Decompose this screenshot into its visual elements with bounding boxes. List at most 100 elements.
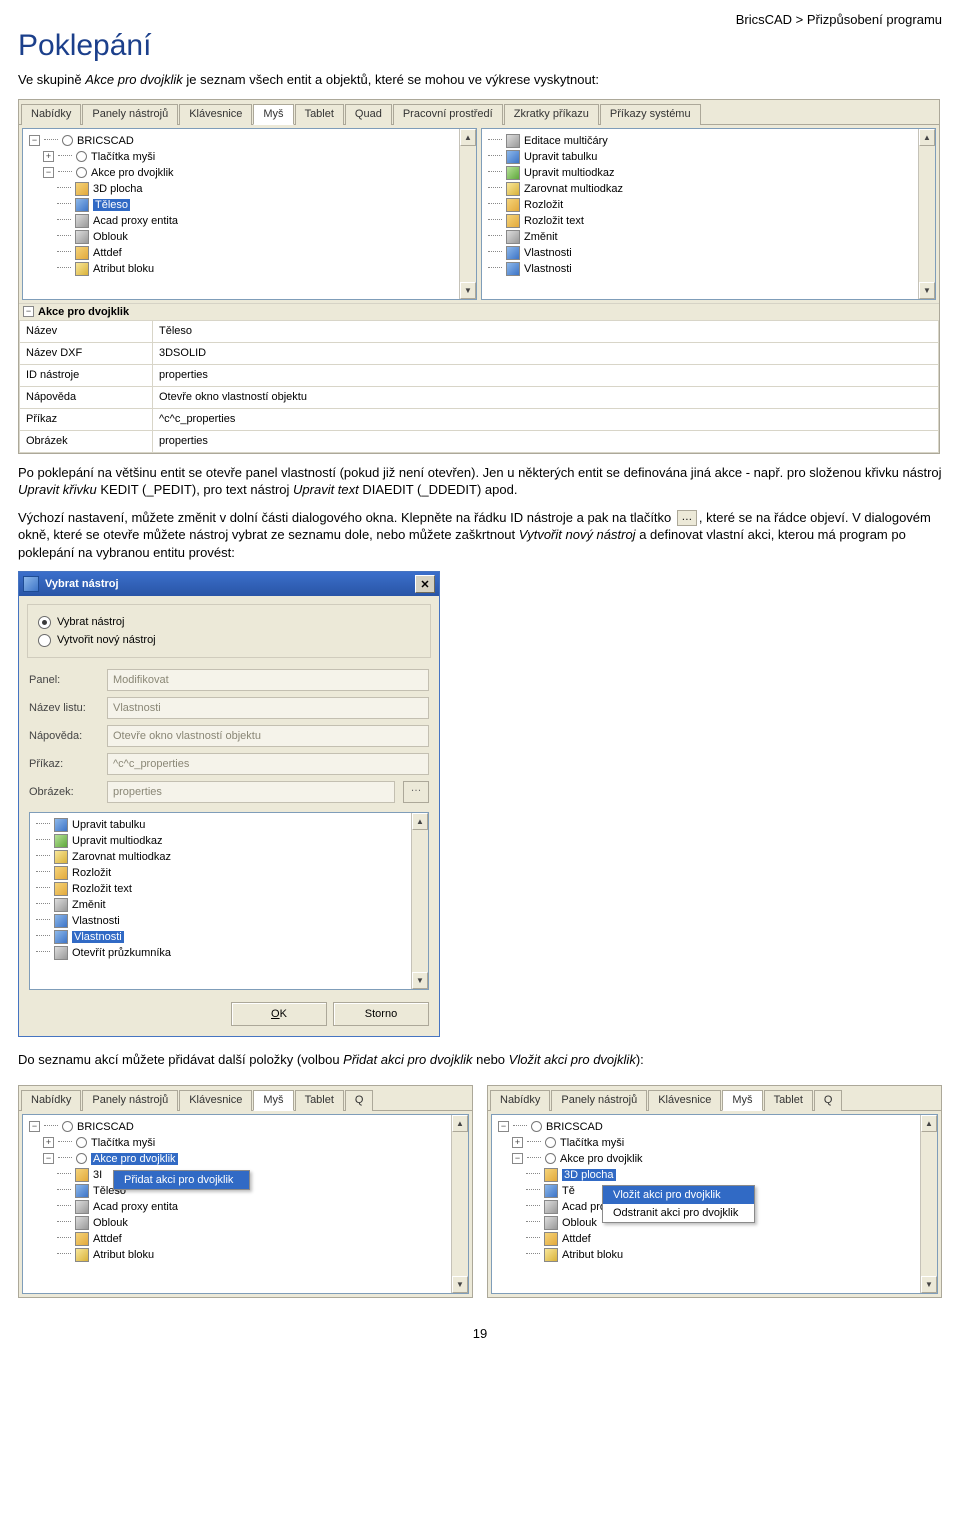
expander-minus-icon[interactable]: −	[498, 1121, 509, 1132]
scrollbar[interactable]: ▲▼	[451, 1115, 468, 1293]
entity-icon	[75, 1200, 89, 1214]
tab-keyboard[interactable]: Klávesnice	[179, 1090, 252, 1111]
circle-icon	[76, 167, 87, 178]
radio-group: Vybrat nástroj Vytvořit nový nástroj	[27, 604, 431, 658]
entity-icon	[75, 1216, 89, 1230]
tab-menus[interactable]: Nabídky	[21, 1090, 81, 1111]
entity-icon	[544, 1200, 558, 1214]
tree-left-small-2[interactable]: −BRICSCAD +Tlačítka myši −Akce pro dvojk…	[491, 1114, 938, 1294]
dialog-titlebar[interactable]: Vybrat nástroj ✕	[19, 572, 439, 596]
prop-row: NázevTěleso	[20, 320, 939, 342]
tool-icon	[54, 850, 68, 864]
tab-mouse[interactable]: Myš	[253, 1090, 293, 1111]
label-image: Obrázek:	[29, 786, 99, 798]
panel-add-action: Nabídky Panely nástrojů Klávesnice Myš T…	[18, 1085, 473, 1298]
tool-icon	[506, 262, 520, 276]
scroll-down-icon[interactable]: ▼	[412, 972, 428, 989]
expander-plus-icon[interactable]: +	[512, 1137, 523, 1148]
tool-icon	[506, 134, 520, 148]
tab-tablet[interactable]: Tablet	[295, 104, 344, 125]
scrollbar[interactable]: ▲▼	[411, 813, 428, 989]
expander-minus-icon[interactable]: −	[29, 1121, 40, 1132]
paragraph-2: Po poklepání na většinu entit se otevře …	[18, 464, 942, 499]
tab-tablet[interactable]: Tablet	[295, 1090, 344, 1111]
list-item-selected[interactable]: Vlastnosti	[72, 931, 124, 943]
tree-item-selected[interactable]: Akce pro dvojklik	[91, 1153, 178, 1165]
paragraph-4: Do seznamu akcí můžete přidávat další po…	[18, 1051, 942, 1069]
entity-icon	[544, 1216, 558, 1230]
tab-q[interactable]: Q	[814, 1090, 843, 1111]
expander-minus-icon[interactable]: −	[43, 1153, 54, 1164]
tab-shell[interactable]: Příkazy systému	[600, 104, 701, 125]
tree-right[interactable]: Editace multičáry Upravit tabulku Upravi…	[481, 128, 936, 300]
tool-icon	[54, 898, 68, 912]
tab-tablet[interactable]: Tablet	[764, 1090, 813, 1111]
expander-minus-icon[interactable]: −	[29, 135, 40, 146]
tab-workspaces[interactable]: Pracovní prostředí	[393, 104, 503, 125]
tab-toolbars[interactable]: Panely nástrojů	[82, 104, 178, 125]
tool-icon	[54, 834, 68, 848]
entity-icon	[75, 1248, 89, 1262]
tab-mouse[interactable]: Myš	[722, 1090, 762, 1111]
scroll-down-icon[interactable]: ▼	[460, 282, 476, 299]
scrollbar[interactable]: ▲▼	[918, 129, 935, 299]
field-list[interactable]: Vlastnosti	[107, 697, 429, 719]
dialog-tools-list[interactable]: Upravit tabulku Upravit multiodkaz Zarov…	[29, 812, 429, 990]
field-help[interactable]: Otevře okno vlastností objektu	[107, 725, 429, 747]
menu-item-delete-action[interactable]: Odstranit akci pro dvojklik	[603, 1204, 754, 1222]
expander-plus-icon[interactable]: +	[43, 151, 54, 162]
entity-icon	[75, 262, 89, 276]
context-menu-insert[interactable]: Vložit akci pro dvojklik Odstranit akci …	[602, 1185, 755, 1223]
expander-plus-icon[interactable]: +	[43, 1137, 54, 1148]
tool-icon	[54, 946, 68, 960]
prop-row: Název DXF3DSOLID	[20, 342, 939, 364]
cancel-button[interactable]: Storno	[333, 1002, 429, 1026]
tab-keyboard[interactable]: Klávesnice	[648, 1090, 721, 1111]
customize-panel: Nabídky Panely nástrojů Klávesnice Myš T…	[18, 99, 940, 454]
tree-left-small-1[interactable]: −BRICSCAD +Tlačítka myši −Akce pro dvojk…	[22, 1114, 469, 1294]
tab-aliases[interactable]: Zkratky příkazu	[504, 104, 599, 125]
radio-select-tool[interactable]: Vybrat nástroj	[38, 613, 420, 631]
scroll-up-icon[interactable]: ▲	[412, 813, 428, 830]
property-grid[interactable]: NázevTěleso Název DXF3DSOLID ID nástroje…	[19, 320, 939, 453]
ok-button[interactable]: OK	[231, 1002, 327, 1026]
propgrid-header[interactable]: − Akce pro dvojklik	[19, 303, 939, 320]
tree-item-selected[interactable]: Těleso	[93, 199, 130, 211]
scrollbar[interactable]: ▲▼	[459, 129, 476, 299]
entity-icon	[75, 182, 89, 196]
context-menu-add[interactable]: Přidat akci pro dvojklik	[113, 1170, 250, 1190]
tab-quad[interactable]: Quad	[345, 104, 392, 125]
close-icon[interactable]: ✕	[415, 575, 435, 593]
expander-minus-icon[interactable]: −	[23, 306, 34, 317]
expander-minus-icon[interactable]: −	[512, 1153, 523, 1164]
expander-minus-icon[interactable]: −	[43, 167, 54, 178]
prop-row: Příkaz^c^c_properties	[20, 408, 939, 430]
menu-item-add-action[interactable]: Přidat akci pro dvojklik	[114, 1171, 249, 1189]
field-panel[interactable]: Modifikovat	[107, 669, 429, 691]
intro-paragraph: Ve skupině Akce pro dvojklik je seznam v…	[18, 71, 942, 89]
tree-item-selected[interactable]: 3D plocha	[562, 1169, 616, 1181]
label-cmd: Příkaz:	[29, 758, 99, 770]
tab-menus[interactable]: Nabídky	[490, 1090, 550, 1111]
browse-image-button[interactable]: …	[403, 781, 429, 803]
tab-keyboard[interactable]: Klávesnice	[179, 104, 252, 125]
tab-q[interactable]: Q	[345, 1090, 374, 1111]
tool-icon	[506, 166, 520, 180]
radio-on-icon	[38, 616, 51, 629]
tab-toolbars[interactable]: Panely nástrojů	[82, 1090, 178, 1111]
scrollbar[interactable]: ▲▼	[920, 1115, 937, 1293]
tab-mouse[interactable]: Myš	[253, 104, 293, 125]
radio-create-tool[interactable]: Vytvořit nový nástroj	[38, 631, 420, 649]
tab-menus[interactable]: Nabídky	[21, 104, 81, 125]
menu-item-insert-action[interactable]: Vložit akci pro dvojklik	[603, 1186, 754, 1204]
scroll-down-icon[interactable]: ▼	[919, 282, 935, 299]
tool-icon	[506, 198, 520, 212]
field-cmd[interactable]: ^c^c_properties	[107, 753, 429, 775]
select-tool-dialog: Vybrat nástroj ✕ Vybrat nástroj Vytvořit…	[18, 571, 440, 1037]
entity-icon	[75, 1184, 89, 1198]
tab-toolbars[interactable]: Panely nástrojů	[551, 1090, 647, 1111]
field-image[interactable]: properties	[107, 781, 395, 803]
tree-left[interactable]: −BRICSCAD +Tlačítka myši −Akce pro dvojk…	[22, 128, 477, 300]
scroll-up-icon[interactable]: ▲	[919, 129, 935, 146]
scroll-up-icon[interactable]: ▲	[460, 129, 476, 146]
